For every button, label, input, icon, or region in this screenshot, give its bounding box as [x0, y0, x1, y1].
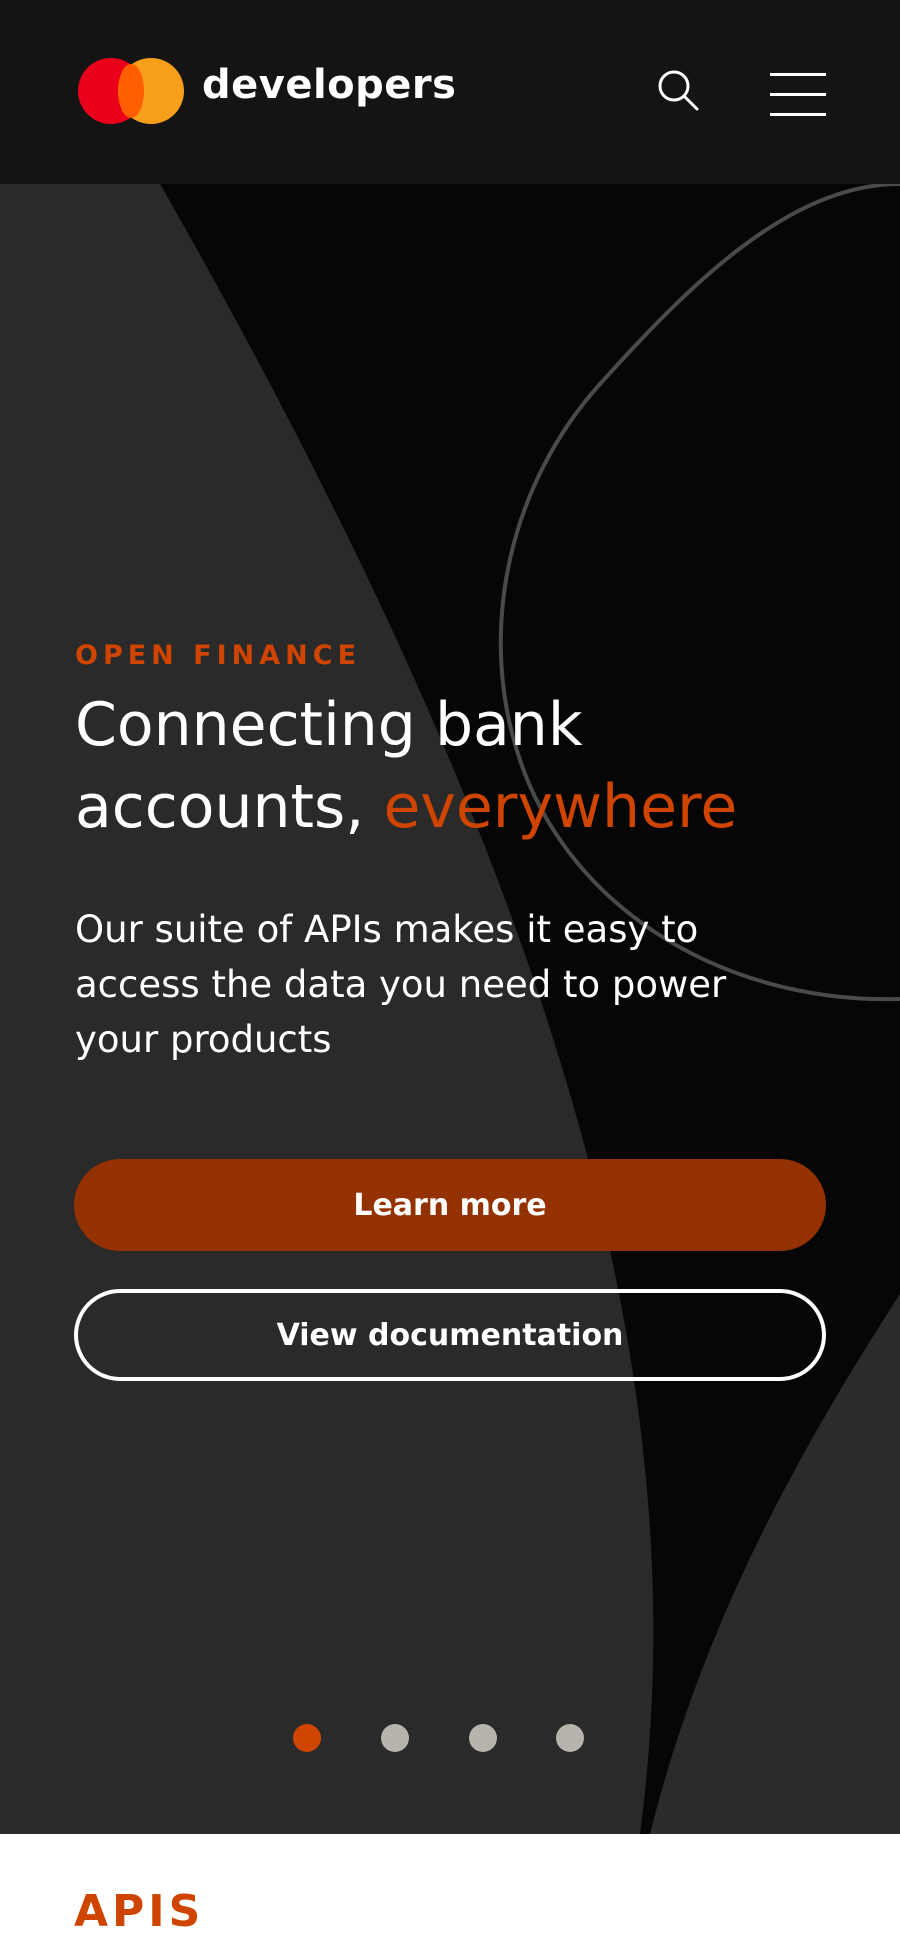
hero-description: Our suite of APIs makes it easy to acces…: [75, 908, 727, 1061]
hero-eyebrow: OPEN FINANCE: [75, 640, 362, 671]
carousel-dot-1[interactable]: [293, 1724, 321, 1752]
headline-accent: everywhere: [383, 772, 738, 842]
hero-carousel: OPEN FINANCE Connecting bank accounts, e…: [0, 184, 900, 1834]
site-header: developers: [0, 0, 900, 184]
mastercard-logo[interactable]: [78, 58, 184, 124]
hamburger-menu-icon[interactable]: [770, 70, 828, 118]
carousel-dot-3[interactable]: [469, 1724, 497, 1752]
carousel-dot-4[interactable]: [556, 1724, 584, 1752]
brand-name[interactable]: developers: [202, 62, 456, 108]
learn-more-button[interactable]: Learn more: [74, 1159, 826, 1251]
hero-headline: Connecting bank accounts, everywhere: [75, 684, 855, 848]
search-icon[interactable]: [656, 68, 702, 114]
apis-section-title: APIS: [74, 1886, 205, 1937]
carousel-dot-2[interactable]: [381, 1724, 409, 1752]
apis-section: APIS: [0, 1834, 900, 1948]
view-documentation-button[interactable]: View documentation: [74, 1289, 826, 1381]
carousel-pagination: [0, 1724, 900, 1754]
